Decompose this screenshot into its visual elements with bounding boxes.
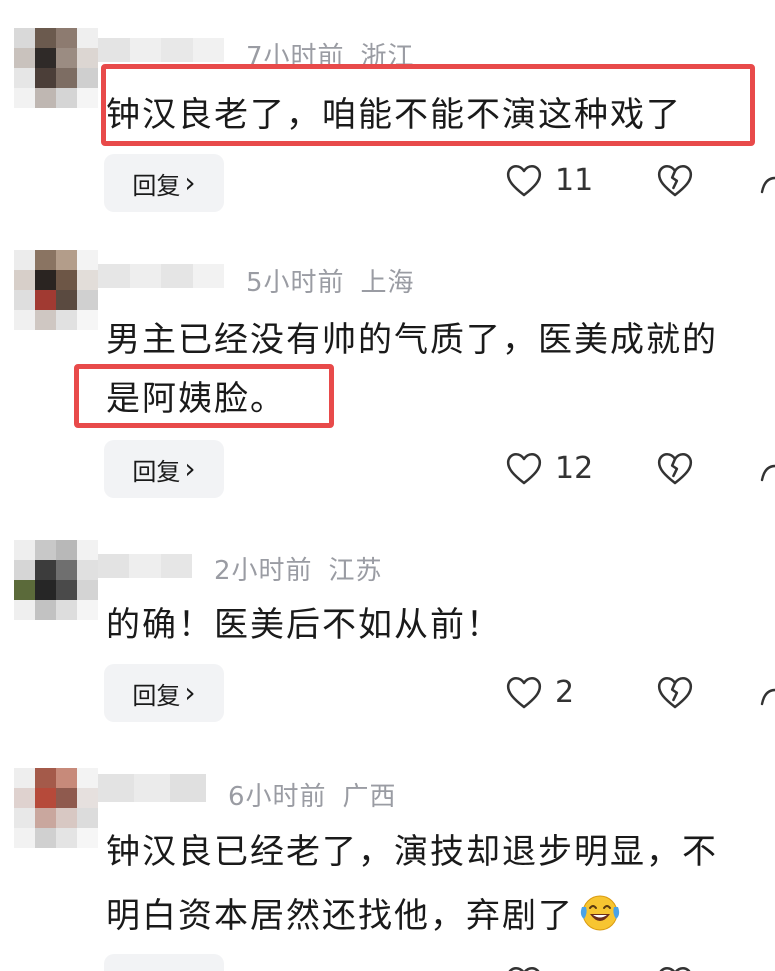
comment-feed: 7小时前 浙江 钟汉良老了，咱能不能不演这种戏了 回复 › 11 5小时前 上海… bbox=[0, 0, 775, 971]
dislike-button[interactable] bbox=[656, 450, 694, 490]
comment-location: 上海 bbox=[360, 268, 415, 298]
comment-time: 5小时前 bbox=[246, 268, 345, 298]
comment-location: 江苏 bbox=[328, 556, 383, 586]
like-count: 12 bbox=[555, 450, 594, 486]
reply-button[interactable]: 回复 › bbox=[104, 664, 224, 722]
avatar[interactable] bbox=[14, 250, 98, 330]
reply-button[interactable]: 回复 › bbox=[104, 954, 224, 971]
comment-time: 2小时前 bbox=[214, 556, 313, 586]
share-icon bbox=[760, 464, 775, 482]
share-button[interactable] bbox=[760, 168, 775, 202]
broken-heart-outline-icon bbox=[657, 164, 693, 197]
broken-heart-outline-icon bbox=[657, 676, 693, 709]
dislike-button[interactable] bbox=[656, 162, 694, 202]
username-blurred bbox=[98, 38, 224, 62]
username-blurred bbox=[98, 554, 192, 578]
comment-text: 钟汉良老了，咱能不能不演这种戏了 bbox=[106, 95, 682, 135]
comment-meta: 7小时前 浙江 bbox=[246, 36, 415, 73]
comment-text: 钟汉良已经老了，演技却退步明显，不 bbox=[106, 832, 718, 872]
reply-button[interactable]: 回复 › bbox=[104, 154, 224, 212]
comment-location: 广西 bbox=[342, 782, 397, 812]
comment-text: 男主已经没有帅的气质了，医美成就的 bbox=[106, 320, 718, 360]
heart-outline-icon bbox=[506, 452, 542, 485]
like-count: 11 bbox=[555, 162, 594, 198]
username-blurred bbox=[98, 774, 206, 802]
chevron-right-icon: › bbox=[184, 166, 196, 199]
comment-text-line-2: 明白资本居然还找他，弃剧了 bbox=[106, 893, 622, 933]
avatar[interactable] bbox=[14, 28, 98, 108]
comment-location: 浙江 bbox=[360, 42, 415, 72]
username-blurred bbox=[98, 264, 224, 288]
reply-label: 回复 bbox=[132, 966, 180, 971]
share-button[interactable] bbox=[760, 680, 775, 714]
share-button[interactable] bbox=[760, 456, 775, 490]
comment-time: 6小时前 bbox=[228, 782, 327, 812]
like-button[interactable]: 12 bbox=[505, 450, 593, 486]
like-count: 2 bbox=[555, 674, 575, 710]
like-button[interactable]: 11 bbox=[505, 162, 593, 198]
comment-time: 7小时前 bbox=[246, 42, 345, 72]
comment-item: 7小时前 浙江 钟汉良老了，咱能不能不演这种戏了 回复 › 11 bbox=[0, 0, 775, 230]
heart-outline-icon bbox=[506, 676, 542, 709]
broken-heart-outline-icon bbox=[657, 452, 693, 485]
comment-meta: 2小时前 江苏 bbox=[214, 550, 383, 587]
dislike-button[interactable] bbox=[656, 674, 694, 714]
comment-meta: 6小时前 广西 bbox=[228, 776, 397, 813]
heart-outline-icon bbox=[508, 966, 540, 971]
share-icon bbox=[760, 688, 775, 706]
like-button[interactable]: 2 bbox=[505, 674, 574, 710]
dislike-button[interactable] bbox=[656, 964, 694, 971]
reply-label: 回复 bbox=[132, 681, 181, 710]
laughing-crying-emoji bbox=[580, 895, 620, 931]
heart-outline-icon bbox=[506, 164, 542, 197]
comment-text: 的确！医美后不如从前！ bbox=[106, 605, 502, 645]
comment-item: 2小时前 江苏 的确！医美后不如从前！ 回复 › 2 bbox=[0, 530, 775, 760]
share-icon bbox=[760, 176, 775, 194]
reply-label: 回复 bbox=[132, 171, 181, 200]
comment-item: 5小时前 上海 男主已经没有帅的气质了，医美成就的 是阿姨脸。 回复 › 12 bbox=[0, 230, 775, 530]
chevron-right-icon: › bbox=[184, 676, 196, 709]
broken-heart-outline-icon bbox=[659, 966, 691, 971]
chevron-right-icon: › bbox=[184, 452, 196, 485]
like-button[interactable] bbox=[505, 964, 555, 971]
reply-button[interactable]: 回复 › bbox=[104, 440, 224, 498]
reply-label: 回复 bbox=[132, 457, 181, 486]
avatar[interactable] bbox=[14, 768, 98, 848]
comment-item: 6小时前广西 钟汉良已经老了，演技却退步明显，不 明白资本居然还找他，弃剧了 回… bbox=[0, 760, 775, 971]
comment-meta: 5小时前 上海 bbox=[246, 262, 415, 299]
avatar[interactable] bbox=[14, 540, 98, 620]
comment-text: 明白资本居然还找他，弃剧了 bbox=[106, 896, 574, 936]
comment-text: 是阿姨脸。 bbox=[106, 379, 286, 419]
